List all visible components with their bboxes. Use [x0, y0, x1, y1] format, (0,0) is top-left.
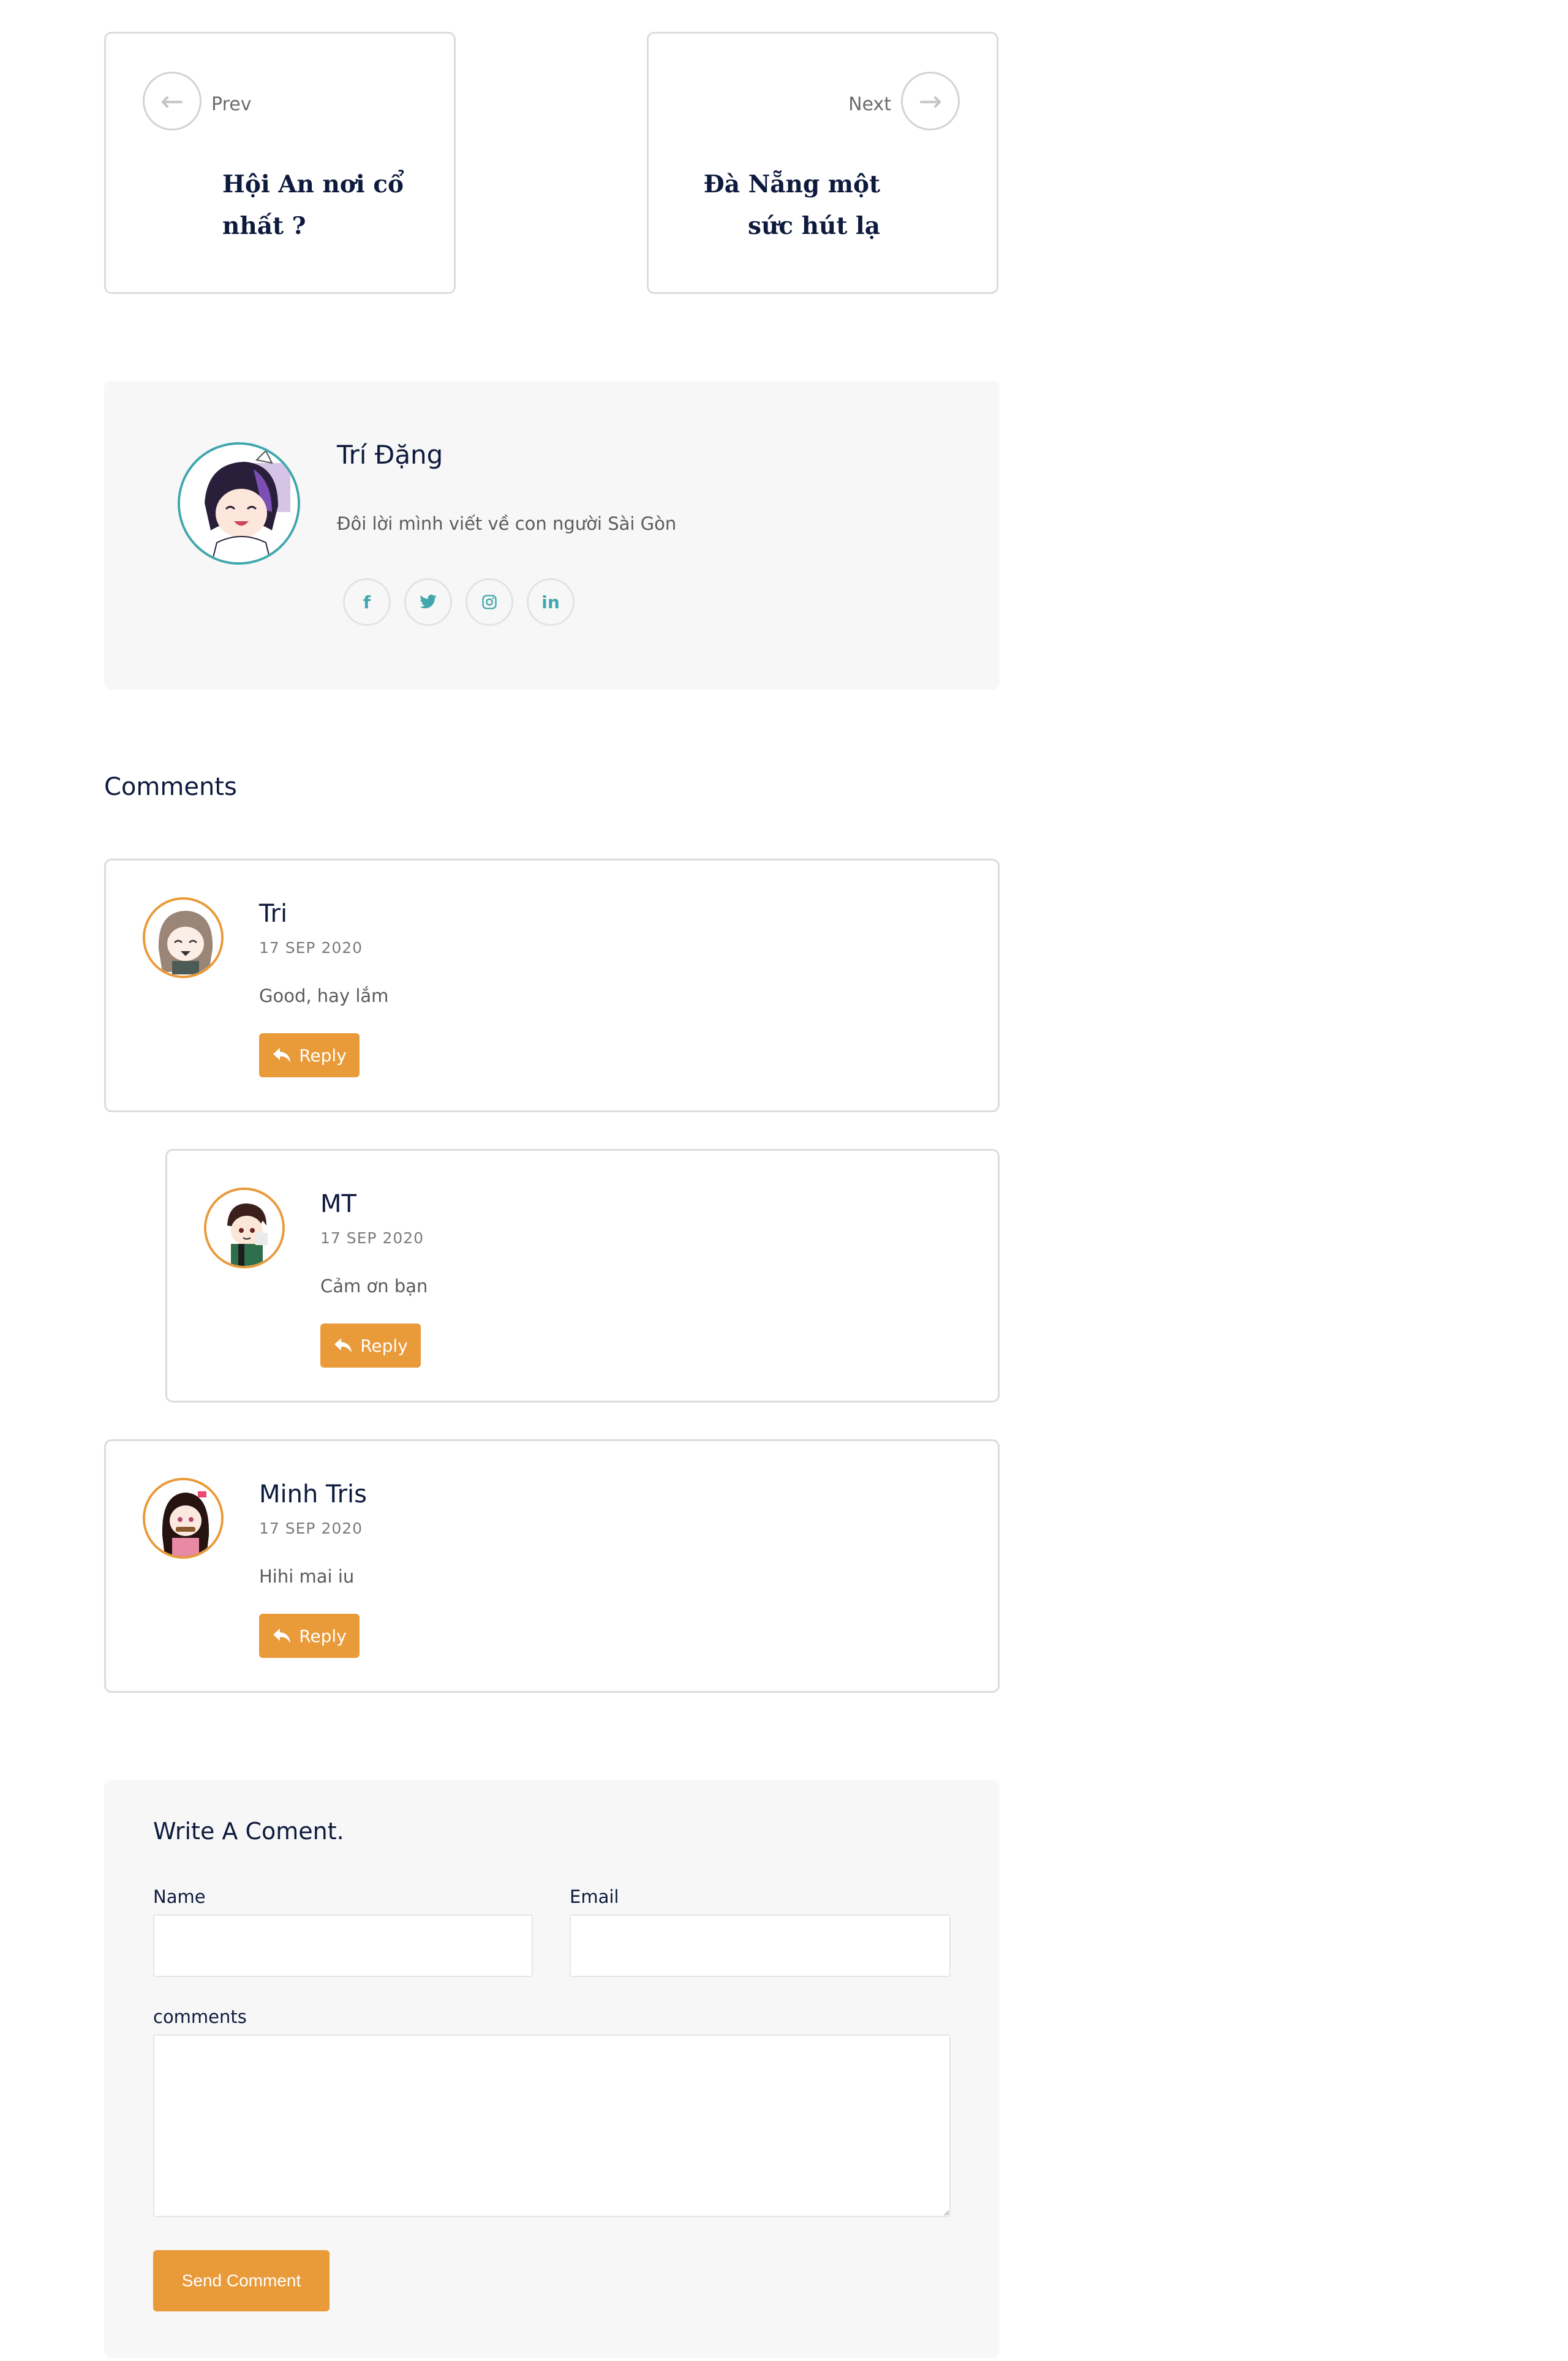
prev-label: Prev	[211, 94, 252, 115]
twitter-icon[interactable]	[404, 578, 452, 626]
arrow-left-icon[interactable]: ←	[143, 72, 202, 130]
commenter-name: MT	[320, 1190, 356, 1218]
author-box: Trí Đặng Đôi lời mình viết về con người …	[104, 381, 1000, 690]
facebook-icon[interactable]: f	[343, 578, 391, 626]
email-label: Email	[570, 1886, 619, 1907]
comment-item: MT 17 SEP 2020 Cảm ơn bạn Reply	[165, 1149, 1000, 1403]
comment-date: 17 SEP 2020	[320, 1229, 424, 1247]
name-label: Name	[153, 1886, 206, 1907]
comment-item: Minh Tris 17 SEP 2020 Hihi mai iu Reply	[104, 1439, 1000, 1693]
social-links: f in	[343, 578, 575, 626]
reply-label: Reply	[360, 1335, 408, 1356]
comment-text: Good, hay lắm	[259, 985, 389, 1006]
comment-form: Write A Coment. Name Email comments Send…	[104, 1780, 1000, 2358]
comment-text: Hihi mai iu	[259, 1566, 355, 1587]
reply-label: Reply	[299, 1045, 347, 1066]
comment-date: 17 SEP 2020	[259, 1519, 363, 1537]
form-title: Write A Coment.	[153, 1818, 344, 1845]
commenter-avatar	[143, 897, 224, 978]
arrow-right-icon[interactable]: →	[901, 72, 960, 130]
author-bio: Đôi lời mình viết về con người Sài Gòn	[337, 513, 677, 534]
comments-textarea[interactable]	[153, 2035, 951, 2217]
prev-post-title[interactable]: Hội An nơi cổ nhất ?	[222, 164, 406, 247]
comment-date: 17 SEP 2020	[259, 939, 363, 957]
name-field[interactable]	[153, 1915, 533, 1977]
email-field[interactable]	[570, 1915, 951, 1977]
send-comment-button[interactable]: Send Comment	[153, 2250, 330, 2311]
next-post-title[interactable]: Đà Nẵng một sức hút lạ	[696, 164, 880, 247]
next-post-card[interactable]: → Next Đà Nẵng một sức hút lạ	[647, 32, 998, 294]
author-avatar	[178, 442, 300, 565]
comments-heading: Comments	[104, 773, 237, 801]
commenter-avatar	[204, 1188, 285, 1268]
next-label: Next	[848, 94, 891, 115]
reply-button[interactable]: Reply	[259, 1033, 360, 1077]
author-name: Trí Đặng	[337, 440, 443, 470]
reply-icon	[273, 1048, 291, 1063]
commenter-avatar	[143, 1478, 224, 1559]
reply-button[interactable]: Reply	[259, 1614, 360, 1658]
instagram-icon[interactable]	[466, 578, 513, 626]
reply-icon	[273, 1629, 291, 1643]
reply-icon	[334, 1338, 352, 1353]
commenter-name: Minh Tris	[259, 1480, 367, 1508]
comment-text: Cảm ơn bạn	[320, 1276, 428, 1297]
linkedin-icon[interactable]: in	[527, 578, 575, 626]
commenter-name: Tri	[259, 900, 288, 928]
reply-button[interactable]: Reply	[320, 1324, 421, 1368]
reply-label: Reply	[299, 1625, 347, 1646]
comment-item: Tri 17 SEP 2020 Good, hay lắm Reply	[104, 859, 1000, 1112]
comments-label: comments	[153, 2006, 247, 2027]
prev-post-card[interactable]: ← Prev Hội An nơi cổ nhất ?	[104, 32, 456, 294]
